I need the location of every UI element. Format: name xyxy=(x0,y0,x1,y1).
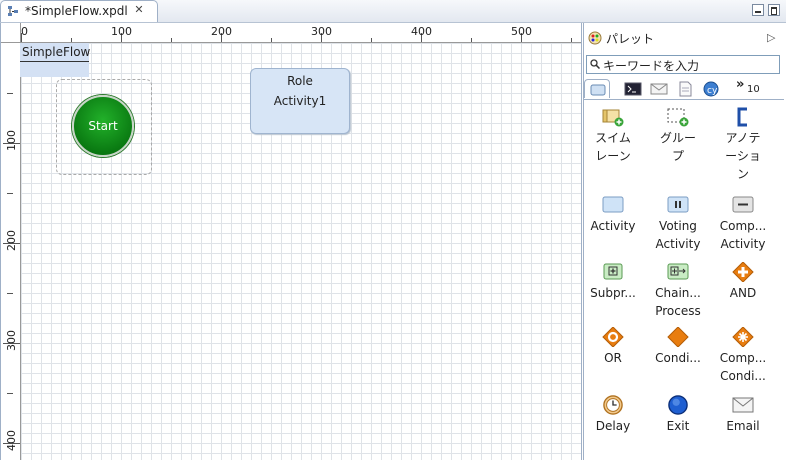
palette-header: パレット ▷ xyxy=(584,28,784,50)
horizontal-ruler-ticks xyxy=(21,33,572,42)
palette-item-label: アノテ ーショ ン xyxy=(725,131,761,181)
ruler-label: 400 xyxy=(5,430,18,451)
swimlane-icon xyxy=(602,109,624,127)
palette-item-delay[interactable]: Delay xyxy=(580,395,646,435)
palette-item-group[interactable]: グルー プ xyxy=(645,107,711,165)
ruler-label: 100 xyxy=(111,25,132,38)
document-icon xyxy=(679,81,692,97)
tab-document[interactable] xyxy=(672,79,698,98)
vertical-ruler-ticks xyxy=(3,93,20,444)
ruler-label: 300 xyxy=(311,25,332,38)
complex-conditional-icon xyxy=(732,327,754,347)
palette-item-voting-activity[interactable]: Voting Activity xyxy=(645,195,711,253)
delay-icon xyxy=(603,395,623,415)
email-icon xyxy=(732,397,754,413)
palette-item-label: Email xyxy=(726,419,760,433)
tab-mail[interactable] xyxy=(646,79,672,98)
ruler-label: 300 xyxy=(5,330,18,351)
connector-icon: cy xyxy=(703,81,719,97)
palette-item-label: Comp... Condi... xyxy=(719,351,767,383)
search-icon xyxy=(590,59,600,69)
palette-tabs: cy » 10 xyxy=(584,77,784,100)
terminal-icon xyxy=(624,82,642,96)
palette-item-label: Comp... Activity xyxy=(719,219,767,251)
more-tabs-count: 10 xyxy=(747,84,760,95)
ruler-label: 400 xyxy=(411,25,432,38)
ruler-label: 0 xyxy=(21,25,28,38)
palette-item-complex-conditional[interactable]: Comp... Condi... xyxy=(710,327,776,385)
palette-item-activity[interactable]: Activity xyxy=(580,195,646,235)
palette-item-conditional[interactable]: Condi... xyxy=(645,327,711,367)
palette-item-and[interactable]: AND xyxy=(710,262,776,302)
palette-item-or[interactable]: OR xyxy=(580,327,646,367)
maximize-icon[interactable] xyxy=(768,4,780,16)
palette-item-label: Chain... Process xyxy=(655,286,701,318)
palette-item-swimlane[interactable]: スイム レーン xyxy=(580,107,646,165)
activity-node[interactable]: Role Activity1 xyxy=(250,68,350,134)
ruler-label: 200 xyxy=(211,25,232,38)
palette-item-label: Delay xyxy=(595,419,631,433)
palette-item-label: Subpr... xyxy=(590,286,636,300)
activity-icon xyxy=(602,196,624,213)
ruler-label: 100 xyxy=(5,130,18,151)
tab-connector[interactable]: cy xyxy=(698,79,724,98)
editor-tab[interactable]: *SimpleFlow.xpdl ✕ xyxy=(0,0,158,22)
subprocess-icon xyxy=(603,263,623,280)
palette-item-label: Voting Activity xyxy=(655,219,701,251)
palette-item-label: AND xyxy=(729,286,757,300)
tab-script[interactable] xyxy=(620,79,646,98)
close-icon[interactable]: ✕ xyxy=(133,4,145,16)
mail-icon xyxy=(650,83,668,95)
chained-process-icon xyxy=(667,263,689,280)
palette-item-label: OR xyxy=(604,351,622,365)
palette-item-label: グルー プ xyxy=(659,131,696,163)
palette-item-subprocess[interactable]: Subpr... xyxy=(580,262,646,302)
palette-item-label: Condi... xyxy=(655,351,701,365)
voting-activity-icon xyxy=(667,196,689,213)
vertical-ruler: 100 200 300 400 xyxy=(1,43,21,460)
palette-item-chained-process[interactable]: Chain... Process xyxy=(645,262,711,320)
palette-search-input[interactable]: キーワードを入力 xyxy=(586,55,780,74)
pool-name: SimpleFlow xyxy=(22,45,91,59)
swimlane-label[interactable]: SimpleFlow xyxy=(20,43,91,77)
start-event[interactable]: Start xyxy=(72,95,134,157)
or-gateway-icon xyxy=(602,327,624,347)
annotation-icon xyxy=(737,107,747,127)
more-tabs[interactable]: » 10 xyxy=(734,77,768,98)
palette-item-exit[interactable]: Exit xyxy=(645,395,711,435)
tab-title: *SimpleFlow.xpdl xyxy=(25,4,128,18)
horizontal-ruler: 0 100 200 300 400 500 xyxy=(21,23,581,43)
exit-icon xyxy=(668,395,688,415)
palette-item-email[interactable]: Email xyxy=(710,395,776,435)
search-placeholder: キーワードを入力 xyxy=(603,59,700,73)
compensation-activity-icon xyxy=(732,196,754,213)
collapse-arrow-icon[interactable]: ▷ xyxy=(767,31,775,44)
palette-item-label: Activity xyxy=(590,219,636,233)
palette-item-label: スイム レーン xyxy=(595,131,631,163)
palette-item-annotation[interactable]: アノテ ーショ ン xyxy=(710,107,776,183)
window-icon xyxy=(590,84,606,96)
group-icon xyxy=(667,108,689,127)
palette-title: パレット xyxy=(606,32,655,46)
activity-name: Activity1 xyxy=(273,94,327,108)
palette-icon xyxy=(588,31,602,45)
xpdl-file-icon xyxy=(8,6,18,16)
activity-role: Role xyxy=(287,74,313,88)
ruler-label: 200 xyxy=(5,230,18,251)
ruler-label: 500 xyxy=(511,25,532,38)
and-gateway-icon xyxy=(732,262,754,282)
pool-underline xyxy=(20,61,89,62)
minimize-icon[interactable] xyxy=(752,4,764,16)
tab-basic[interactable] xyxy=(584,79,610,98)
conditional-gateway-icon xyxy=(667,327,689,347)
palette-item-comp-activity[interactable]: Comp... Activity xyxy=(710,195,776,253)
chevron-double-right-icon: » xyxy=(736,77,745,92)
ruler-corner xyxy=(1,23,21,43)
svg-text:cy: cy xyxy=(707,86,718,96)
palette-item-label: Exit xyxy=(666,419,690,433)
